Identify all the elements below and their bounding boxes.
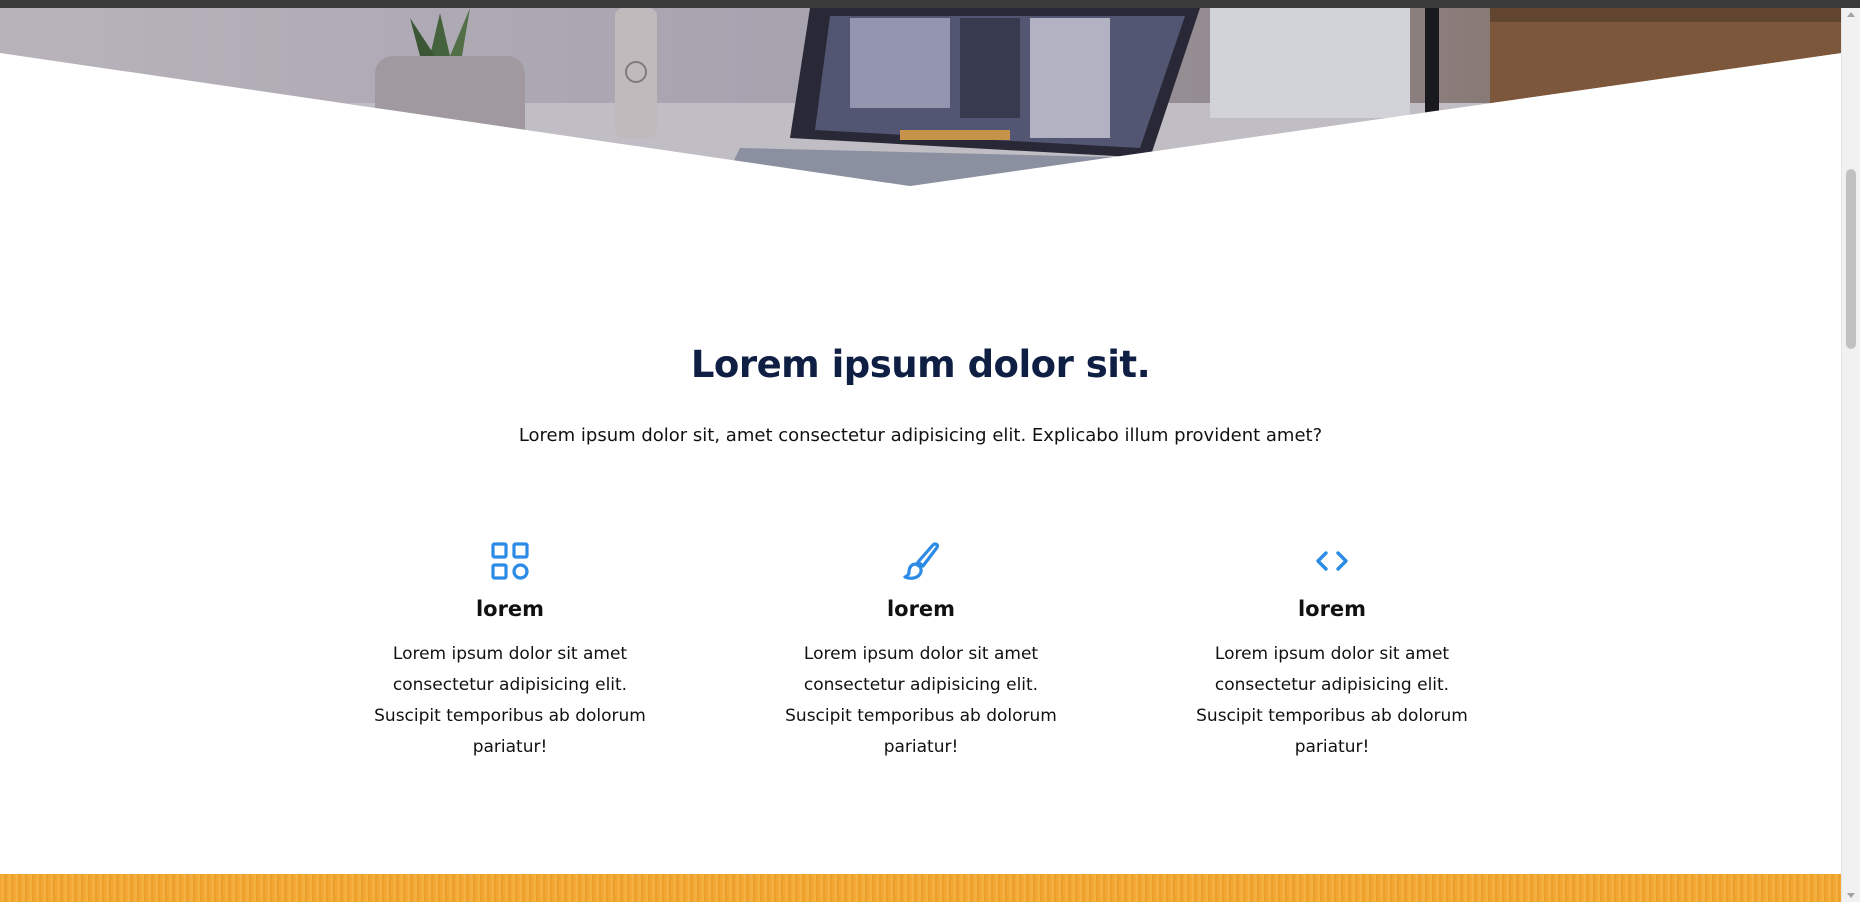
feature-title: lorem [1297, 597, 1367, 621]
section-title: Lorem ipsum dolor sit. [690, 343, 1151, 386]
section-subtitle: Lorem ipsum dolor sit, amet consectetur … [518, 425, 1323, 446]
paintbrush-icon [903, 542, 939, 580]
hero-image [0, 8, 1841, 188]
feature-card-2: lorem Lorem ipsum dolor sit amet consect… [751, 541, 1091, 763]
scroll-up-arrow-icon[interactable] [1847, 12, 1855, 17]
browser-top-bar [0, 0, 1860, 8]
feature-title: lorem [886, 597, 956, 621]
code-brackets-icon [1316, 551, 1348, 571]
feature-card-3: lorem Lorem ipsum dolor sit amet consect… [1162, 541, 1502, 763]
feature-text: Lorem ipsum dolor sit amet consectetur a… [1196, 644, 1468, 757]
page: Lorem ipsum dolor sit. Lorem ipsum dolor… [0, 8, 1841, 902]
feature-card-1: lorem Lorem ipsum dolor sit amet consect… [340, 541, 680, 763]
scrollbar-thumb[interactable] [1846, 169, 1856, 349]
feature-title: lorem [475, 597, 545, 621]
next-section-band [0, 874, 1841, 902]
feature-text: Lorem ipsum dolor sit amet consectetur a… [785, 644, 1057, 757]
apps-grid-icon [491, 542, 529, 580]
vertical-scrollbar[interactable] [1841, 8, 1860, 902]
feature-text: Lorem ipsum dolor sit amet consectetur a… [374, 644, 646, 757]
scroll-down-arrow-icon[interactable] [1847, 893, 1855, 898]
